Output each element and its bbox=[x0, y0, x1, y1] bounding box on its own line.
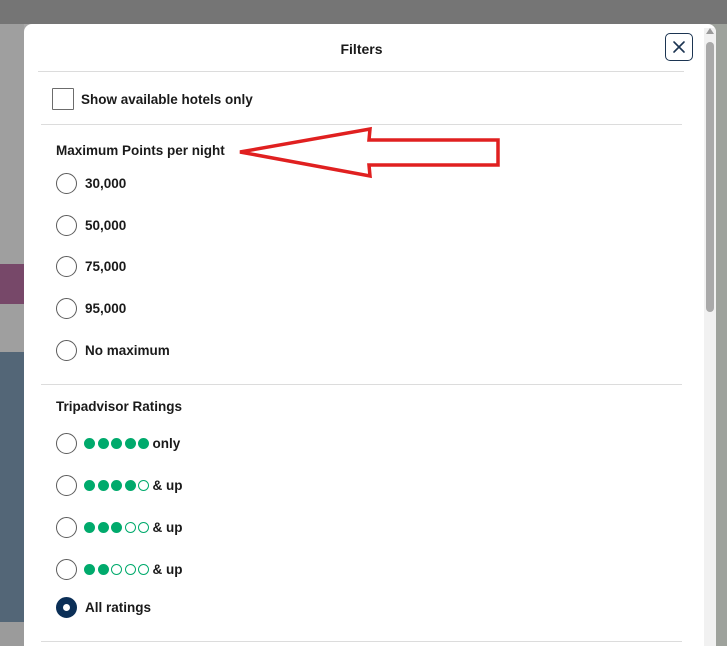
points-option-label: 50,000 bbox=[85, 217, 127, 233]
divider bbox=[41, 641, 682, 642]
points-option-30000[interactable]: 30,000 bbox=[56, 172, 126, 194]
rating-suffix: & up bbox=[152, 561, 183, 577]
show-available-checkbox[interactable] bbox=[52, 88, 74, 110]
radio-button-selected[interactable] bbox=[56, 596, 77, 618]
radio-button[interactable] bbox=[56, 255, 77, 277]
rating-option-3[interactable]: & up bbox=[56, 516, 183, 538]
radio-button[interactable] bbox=[56, 558, 77, 580]
rating-bubble-icon bbox=[97, 563, 109, 575]
divider bbox=[41, 124, 682, 125]
rating-bubble-icon bbox=[138, 521, 149, 533]
points-option-label: 30,000 bbox=[85, 175, 127, 191]
rating-option-4[interactable]: & up bbox=[56, 474, 183, 496]
rating-bubble-icon bbox=[138, 563, 149, 575]
scroll-up-arrow-icon[interactable] bbox=[706, 28, 714, 34]
max-points-title: Maximum Points per night bbox=[56, 143, 225, 158]
rating-bubble-icon bbox=[84, 479, 95, 491]
rating-option-all[interactable]: All ratings bbox=[56, 596, 151, 618]
rating-bubbles-icon bbox=[84, 479, 152, 491]
divider bbox=[38, 71, 684, 72]
modal-title: Filters bbox=[340, 41, 383, 57]
divider bbox=[41, 384, 682, 385]
radio-button[interactable] bbox=[56, 297, 77, 319]
radio-button[interactable] bbox=[56, 516, 77, 538]
filters-modal: Filters Show available hotels only Maxim… bbox=[24, 24, 716, 646]
radio-button[interactable] bbox=[56, 214, 77, 236]
rating-bubble-icon bbox=[111, 563, 122, 575]
rating-bubble-icon bbox=[138, 437, 149, 449]
rating-bubble-icon bbox=[84, 521, 95, 533]
rating-bubble-icon bbox=[111, 479, 122, 491]
points-option-label: 95,000 bbox=[85, 300, 127, 316]
rating-suffix: & up bbox=[152, 519, 183, 535]
scrollbar-thumb[interactable] bbox=[706, 42, 714, 312]
rating-option-5[interactable]: only bbox=[56, 432, 180, 454]
rating-bubble-icon bbox=[111, 437, 122, 449]
rating-bubble-icon bbox=[124, 521, 136, 533]
rating-bubble-icon bbox=[97, 479, 109, 491]
points-option-95000[interactable]: 95,000 bbox=[56, 297, 126, 319]
rating-bubbles-icon bbox=[84, 521, 152, 533]
rating-bubble-icon bbox=[138, 479, 149, 491]
rating-option-label: All ratings bbox=[85, 599, 152, 615]
rating-suffix: & up bbox=[152, 477, 183, 493]
rating-bubble-icon bbox=[124, 437, 136, 449]
rating-bubble-icon bbox=[111, 521, 122, 533]
points-option-label: 75,000 bbox=[85, 258, 127, 274]
rating-bubble-icon bbox=[84, 437, 95, 449]
tripadvisor-ratings-title: Tripadvisor Ratings bbox=[56, 399, 183, 414]
show-available-hotels-row[interactable]: Show available hotels only bbox=[52, 88, 253, 110]
rating-bubble-icon bbox=[97, 521, 109, 533]
rating-bubble-icon bbox=[84, 563, 95, 575]
rating-bubbles-icon bbox=[84, 437, 152, 449]
radio-button[interactable] bbox=[56, 339, 77, 361]
show-available-label: Show available hotels only bbox=[81, 91, 253, 107]
points-option-label: No maximum bbox=[85, 342, 170, 358]
points-option-50000[interactable]: 50,000 bbox=[56, 214, 126, 236]
radio-button[interactable] bbox=[56, 432, 77, 454]
rating-bubbles-icon bbox=[84, 563, 152, 575]
points-option-no-maximum[interactable]: No maximum bbox=[56, 339, 170, 361]
rating-bubble-icon bbox=[124, 479, 136, 491]
close-button[interactable] bbox=[665, 33, 693, 61]
scrollbar[interactable] bbox=[704, 28, 716, 646]
rating-bubble-icon bbox=[124, 563, 136, 575]
rating-suffix: only bbox=[152, 435, 181, 451]
radio-button[interactable] bbox=[56, 474, 77, 496]
rating-bubble-icon bbox=[97, 437, 109, 449]
radio-button[interactable] bbox=[56, 172, 77, 194]
close-icon bbox=[673, 41, 685, 53]
points-option-75000[interactable]: 75,000 bbox=[56, 255, 126, 277]
rating-option-2[interactable]: & up bbox=[56, 558, 183, 580]
